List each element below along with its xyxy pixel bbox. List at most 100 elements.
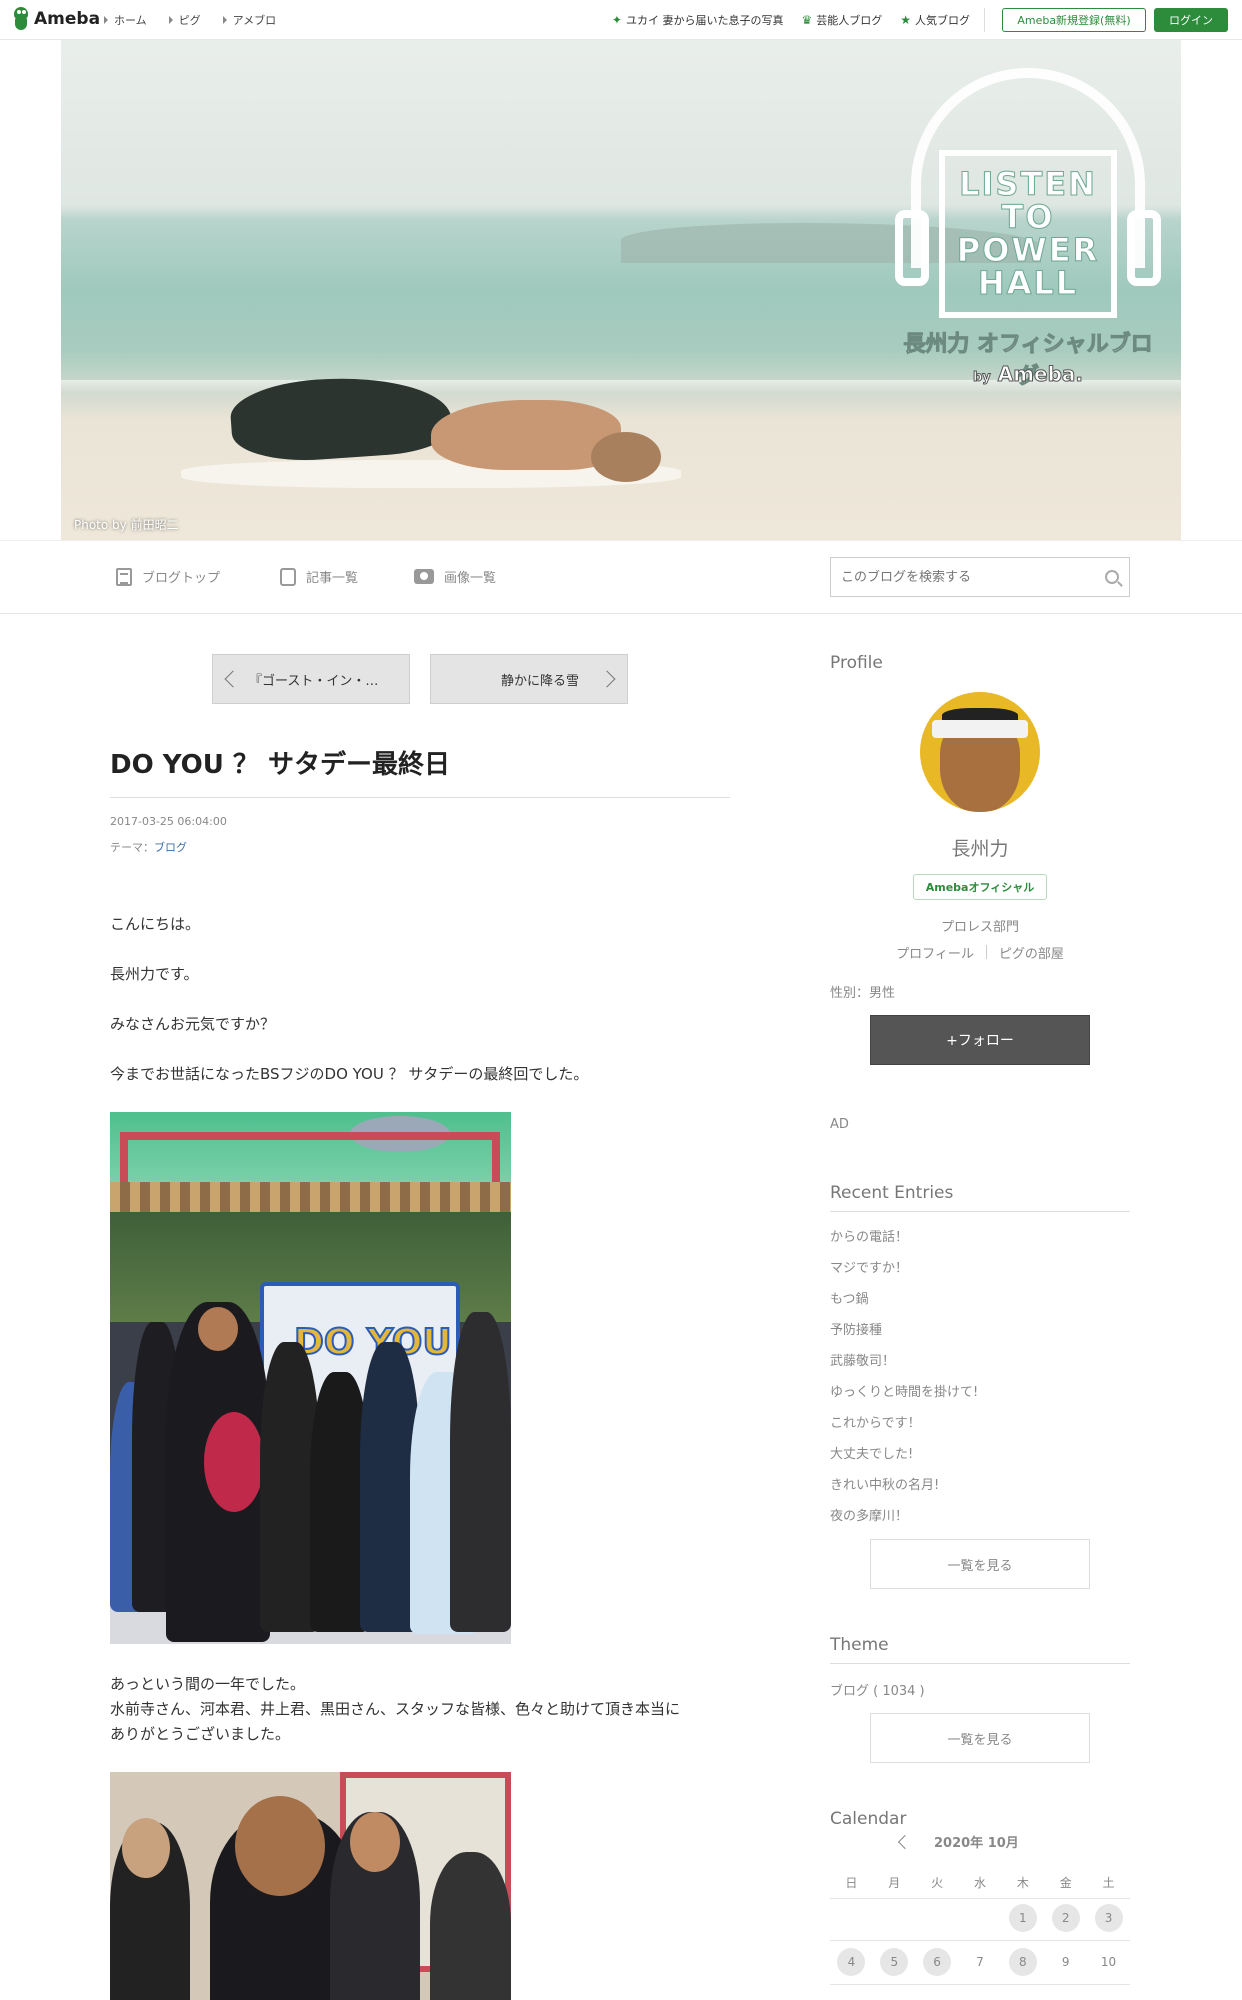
recent-entry-link[interactable]: マジですか！ [830,1257,908,1276]
weekday-label: 日 [845,1875,858,1890]
search-icon[interactable] [1105,570,1119,584]
entry-photo[interactable]: DO YOU [110,1112,511,1644]
weekday-label: 水 [973,1875,986,1890]
calendar-week: 1 2 3 [830,1904,1130,1932]
calendar-day: 9 [1061,1955,1070,1969]
nav-home[interactable]: ホーム [104,12,147,28]
entry-theme-link[interactable]: ブログ [154,841,187,854]
calendar-heading: Calendar [830,1809,907,1829]
login-button[interactable]: ログイン [1154,8,1228,32]
calendar-day[interactable]: 8 [1001,1948,1044,1976]
featured-link-topic[interactable]: ✦ ユカイ 妻から届いた息子の写真 [612,12,784,28]
calendar-nav: 2020年 10月 [897,1832,1060,1851]
calendar-month: 2020年 10月 [934,1836,1019,1851]
calendar-day[interactable]: 1 [1001,1904,1044,1932]
profile-category[interactable]: プロレス部門 [830,916,1130,935]
header-divider [984,8,985,32]
recent-entry-link[interactable]: きれい中秋の名月! [830,1474,939,1493]
calendar-day[interactable]: 2 [1044,1904,1087,1932]
recent-entry-link[interactable]: もつ鍋 [830,1288,868,1307]
featured-link-celebrity-blog[interactable]: ♛ 芸能人ブログ [801,12,882,28]
chevron-left-icon[interactable] [897,1834,913,1849]
entry-paragraph: こんにちは。 [110,915,201,933]
profile-link[interactable]: プロフィール [896,943,974,962]
entry-paragraph: みなさんお元気ですか？ [110,1015,276,1033]
photo-credit: Photo by 前田昭二 [74,518,179,532]
blog-top-link[interactable]: ブログトップ [116,567,220,586]
blog-nav: ブログトップ 記事一覧 画像一覧 [0,540,1242,614]
recent-entries-more-button[interactable]: 一覧を見る [870,1539,1090,1589]
weekday-label: 金 [1059,1875,1072,1890]
triangle-right-icon [104,16,108,24]
recent-entry-link[interactable]: 夜の多摩川！ [830,1505,908,1524]
profile-sex: 性別：男性 [830,986,896,1001]
blog-header-image[interactable]: LISTEN TO POWER HALL 長州力 オフィシャルブログ by Am… [61,40,1181,540]
weekday-label: 土 [1102,1875,1115,1890]
theme-more-button[interactable]: 一覧を見る [870,1713,1090,1763]
chevron-left-icon [224,670,242,688]
calendar-week: 4 5 6 7 8 9 10 [830,1948,1130,1976]
calendar-day[interactable]: 6 [916,1948,959,1976]
ameba-logo-text: Ameba [34,9,101,29]
recent-entry-link[interactable]: からの電話！ [830,1226,908,1245]
crown-icon: ♛ [801,13,813,27]
blog-search[interactable] [830,557,1130,597]
profile-links: プロフィール ピグの部屋 [830,943,1130,962]
entry-date: 2017-03-25 06:04:00 [110,815,227,828]
recent-entries-heading: Recent Entries [830,1183,1130,1212]
by-ameba: by Ameba. [972,362,1084,387]
theme-link[interactable]: ブログ ( 1034 ) [830,1680,925,1699]
featured-links: ✦ ユカイ 妻から届いた息子の写真 ♛ 芸能人ブログ ★ 人気ブログ [612,12,970,28]
entry-photo[interactable] [110,1772,511,2000]
nav-ameblo[interactable]: アメブロ [222,12,276,28]
pigg-room-link[interactable]: ピグの部屋 [999,943,1064,962]
calendar-day[interactable]: 4 [830,1948,873,1976]
signup-button[interactable]: Ameba新規登録(無料) [1002,8,1146,32]
blog-logo-box: LISTEN TO POWER HALL [939,150,1117,318]
entry-paragraph: あっという間の一年でした。 [110,1675,306,1693]
theme-heading: Theme [830,1635,1130,1664]
next-entry-button[interactable]: 静かに降る雪 [430,654,628,704]
image-list-link[interactable]: 画像一覧 [414,567,496,586]
featured-link-popular-blog[interactable]: ★ 人気ブログ [900,12,970,28]
entry-paragraph: 今までお世話になったBSフジのDO YOU ？ サタデーの最終回でした。 [110,1065,589,1083]
ameba-logo[interactable]: Ameba [12,7,100,31]
entry-paragraph: 水前寺さん、河本君、井上君、黒田さん、スタッフな皆様、色々と助けて頂き本当に [110,1700,681,1718]
follow-button[interactable]: +フォロー [870,1015,1090,1065]
nav-pigg[interactable]: ピグ [168,12,201,28]
weekday-label: 木 [1016,1875,1029,1890]
prev-entry-button[interactable]: 『ゴースト・イン・… [212,654,410,704]
star-icon: ★ [900,13,911,27]
blog-logo: LISTEN TO POWER HALL 長州力 オフィシャルブログ by Am… [893,60,1163,400]
weekday-label: 火 [931,1875,944,1890]
calendar-day: 10 [1100,1955,1117,1969]
chevron-right-icon [598,670,616,688]
triangle-right-icon [222,16,227,24]
document-icon [116,567,132,586]
profile-avatar[interactable] [920,692,1040,812]
calendar-day: 7 [976,1955,984,1969]
triangle-right-icon [168,16,173,24]
ad-label: AD [830,1117,849,1132]
recent-entry-link[interactable]: 大丈夫でした! [830,1443,913,1462]
ameba-frog-icon [12,7,30,31]
calendar-day[interactable]: 5 [873,1948,916,1976]
blog-search-input[interactable] [841,569,1105,585]
calendar-weekdays: 日 月 火 水 木 金 土 [830,1868,1130,1896]
entry-paragraph: 長州力です。 [110,965,199,983]
profile-heading: Profile [830,653,883,673]
recent-entry-link[interactable]: これからです！ [830,1412,921,1431]
calendar-day[interactable]: 3 [1087,1904,1130,1932]
global-nav: ホーム ピグ アメブロ [104,12,276,28]
profile-name[interactable]: 長州力 [830,834,1130,861]
recent-entry-link[interactable]: 武藤敬司！ [830,1350,895,1369]
copy-icon [280,567,296,586]
sparkle-icon: ✦ [611,13,622,27]
global-header: Ameba ホーム ピグ アメブロ ✦ ユカイ 妻から届いた息子の写真 ♛ 芸能人ブ… [0,0,1242,40]
entry-list-link[interactable]: 記事一覧 [280,567,358,586]
weekday-label: 月 [888,1875,901,1890]
entry-theme: テーマ：ブログ [110,841,187,854]
entry-title[interactable]: DO YOU ？ サタデー最終日 [110,744,730,798]
recent-entry-link[interactable]: 予防接種 [830,1319,882,1338]
recent-entry-link[interactable]: ゆっくりと時間を掛けて! [830,1381,978,1400]
